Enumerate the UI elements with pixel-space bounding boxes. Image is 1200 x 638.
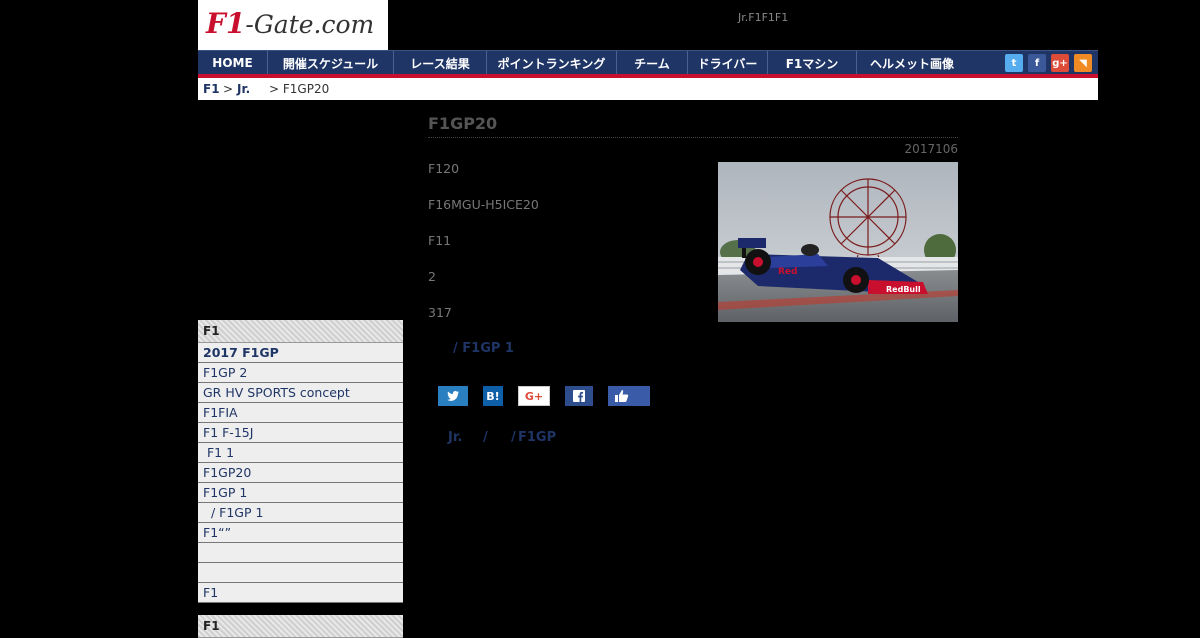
sidebar-item[interactable]: F1 1 xyxy=(198,443,403,463)
social-links: t f g+ ◥ xyxy=(1005,54,1092,72)
breadcrumb-sep: > xyxy=(223,82,234,96)
tag-separator: / xyxy=(483,430,488,445)
breadcrumb-home[interactable]: F1 xyxy=(203,78,220,100)
breadcrumb-category-label: Jr. xyxy=(237,82,251,96)
related-link[interactable]: / F1GP 1 xyxy=(453,341,514,356)
google-plus-icon[interactable]: g+ xyxy=(1051,54,1069,72)
sidebar-item[interactable]: F1 xyxy=(198,583,403,603)
sidebar-item[interactable]: F1GP20 xyxy=(198,463,403,483)
rss-glyph: ◥ xyxy=(1079,57,1087,69)
sidebar-item[interactable] xyxy=(198,543,403,563)
svg-text:Red: Red xyxy=(778,267,797,277)
breadcrumb: F1 > Jr. > F1GP20 xyxy=(198,78,1098,100)
article: F1GP20 2017106 F120 F16MGU-H5ICE20 F11 2… xyxy=(428,114,958,445)
google-plus-glyph: g+ xyxy=(1052,57,1068,69)
sidebar-item[interactable] xyxy=(198,563,403,583)
nav-home[interactable]: HOME xyxy=(198,51,268,75)
article-date: 2017106 xyxy=(904,142,958,156)
logo-f1: F1 xyxy=(206,7,246,40)
breadcrumb-current: > F1GP20 xyxy=(269,82,330,96)
tag-separator: / xyxy=(511,430,516,445)
sidebar-item[interactable]: F1“” xyxy=(198,523,403,543)
sidebar-heading: F1 xyxy=(198,320,403,343)
twitter-icon[interactable]: t xyxy=(1005,54,1023,72)
share-hatena-button[interactable]: B! xyxy=(483,386,503,406)
sidebar-heading-2: F1 xyxy=(198,615,403,638)
tag-link[interactable]: Jr. xyxy=(448,430,462,445)
breadcrumb-home-label: F1 xyxy=(203,82,220,96)
twitter-glyph: t xyxy=(1011,57,1017,69)
thumbs-up-icon xyxy=(615,390,629,402)
race-car-photo-illustration: Red RedBull xyxy=(718,162,958,322)
logo-rest: -Gate.com xyxy=(245,10,375,39)
article-paragraph: F11 xyxy=(428,233,452,248)
sidebar-item[interactable]: GR HV SPORTS concept xyxy=(198,383,403,403)
sidebar-item[interactable]: F1FIA xyxy=(198,403,403,423)
main-nav: HOME 開催スケジュール レース結果 ポイントランキング チーム ドライバー … xyxy=(198,50,1098,75)
nav-f1-machine[interactable]: F1マシン xyxy=(768,51,857,75)
facebook-glyph: f xyxy=(1034,57,1040,69)
twitter-icon xyxy=(447,391,459,401)
sidebar-item[interactable]: 2017 F1GP xyxy=(198,343,403,363)
facebook-icon xyxy=(573,390,585,402)
nav-helmet-images[interactable]: ヘルメット画像 xyxy=(857,51,967,75)
article-paragraph: 2 xyxy=(428,269,436,284)
share-twitter-button[interactable] xyxy=(438,386,468,406)
article-title: F1GP20 xyxy=(428,114,958,138)
site-logo[interactable]: F1-Gate.com xyxy=(198,0,388,50)
article-paragraph: F16MGU-H5ICE20 xyxy=(428,197,539,212)
nav-point-ranking[interactable]: ポイントランキング xyxy=(487,51,617,75)
facebook-icon[interactable]: f xyxy=(1028,54,1046,72)
article-photo: Red RedBull xyxy=(718,162,958,322)
sidebar-item[interactable]: F1GP 1 xyxy=(198,483,403,503)
share-facebook-button[interactable] xyxy=(565,386,593,406)
rss-icon[interactable]: ◥ xyxy=(1074,54,1092,72)
share-google-plus-button[interactable]: G+ xyxy=(518,386,550,406)
sidebar-item[interactable]: / F1GP 1 xyxy=(198,503,403,523)
sidebar-item[interactable]: F1 F-15J xyxy=(198,423,403,443)
site-tagline: Jr.F1F1F1 xyxy=(738,11,789,24)
svg-text:RedBull: RedBull xyxy=(886,285,921,294)
share-like-button[interactable] xyxy=(608,386,650,406)
sidebar: F1 2017 F1GP F1GP 2 GR HV SPORTS concept… xyxy=(198,320,403,638)
breadcrumb-category[interactable]: Jr. xyxy=(237,78,250,100)
nav-race-results[interactable]: レース結果 xyxy=(394,51,487,75)
nav-drivers[interactable]: ドライバー xyxy=(688,51,768,75)
share-buttons: B! G+ xyxy=(438,386,665,406)
tag-link[interactable]: F1GP xyxy=(518,430,556,445)
article-paragraph: F120 xyxy=(428,161,460,176)
article-paragraph: 317 xyxy=(428,305,452,320)
sidebar-item[interactable]: F1GP 2 xyxy=(198,363,403,383)
nav-teams[interactable]: チーム xyxy=(617,51,688,75)
nav-schedule[interactable]: 開催スケジュール xyxy=(268,51,394,75)
